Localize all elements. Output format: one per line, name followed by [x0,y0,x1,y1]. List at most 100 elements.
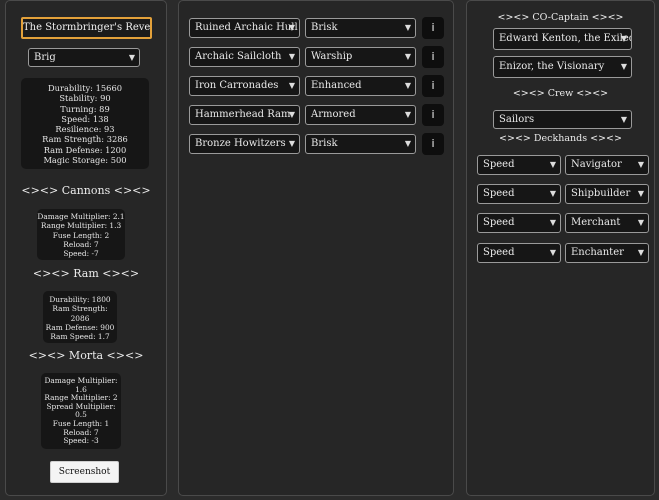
ram-stats-box: Durability: 1800 Ram Strength: 2086 Ram … [43,291,117,343]
modifier-select[interactable]: Warship ▼ [305,47,416,67]
morta-stat: Speed: -3 [63,436,99,446]
info-button[interactable]: i [422,75,444,97]
deckhand-stat-value: Speed [483,247,515,258]
info-icon: i [431,50,435,63]
modifier-value: Armored [311,109,356,120]
deckhand-stat-select[interactable]: Speed ▼ [477,243,561,263]
chevron-down-icon: ▼ [620,115,627,124]
info-button[interactable]: i [422,46,444,68]
ship-name-input[interactable]: The Stormbringer's Revenge [21,17,152,39]
chevron-down-icon: ▼ [549,248,556,257]
ship-class-select[interactable]: Brig ▼ [28,48,140,67]
part-value: Archaic Sailcloth [195,51,282,62]
crew-select[interactable]: Sailors ▼ [493,110,632,129]
cannons-stat: Reload: 7 [63,239,99,249]
ram-stat: Durability: 1800 [49,295,111,304]
part-select[interactable]: Bronze Howitzers ▼ [189,134,300,154]
deckhand-stat-select[interactable]: Speed ▼ [477,155,561,175]
deckhands-heading: <><> Deckhands <><> [499,133,622,144]
chevron-down-icon: ▼ [404,139,411,148]
ram-stat: Ram Defense: 900 [45,322,115,332]
info-icon: i [431,79,435,92]
chevron-down-icon: ▼ [620,62,627,71]
ram-stat: Ram Strength: [52,304,108,314]
deckhand-stat-select[interactable]: Speed ▼ [477,184,561,204]
info-button[interactable]: i [422,133,444,155]
deckhand-role-select[interactable]: Navigator ▼ [565,155,649,175]
chevron-down-icon: ▼ [549,189,556,198]
crew-value: Sailors [499,114,535,125]
ship-stats-box: Durability: 15660 Stability: 90 Turning:… [21,78,149,169]
modifier-value: Brisk [311,22,338,33]
cocaptain-value: Enizor, the Visionary [499,61,605,72]
stat-speed: Speed: 138 [61,113,109,124]
info-icon: i [431,21,435,34]
part-select[interactable]: Archaic Sailcloth ▼ [189,47,300,67]
modifier-value: Brisk [311,138,338,149]
chevron-down-icon: ▼ [620,34,627,43]
chevron-down-icon: ▼ [404,52,411,61]
ram-stat: 2086 [70,313,90,323]
stat-magic-storage: Magic Storage: 500 [43,155,127,166]
chevron-down-icon: ▼ [288,81,295,90]
cannons-heading: <><> Cannons <><> [21,184,151,197]
morta-stats-box: Damage Multiplier: 1.6 Range Multiplier:… [41,373,121,449]
ram-heading: <><> Ram <><> [32,267,140,280]
part-value: Ruined Archaic Hull [195,22,298,33]
chevron-down-icon: ▼ [288,52,295,61]
part-select[interactable]: Hammerhead Ram ▼ [189,105,300,125]
part-select[interactable]: Iron Carronades ▼ [189,76,300,96]
info-icon: i [431,137,435,150]
deckhand-role-value: Shipbuilder [571,188,631,199]
info-icon: i [431,108,435,121]
ship-summary-panel: The Stormbringer's Revenge Brig ▼ Durabi… [5,0,167,496]
ship-class-value: Brig [34,52,56,63]
ship-parts-panel: Ruined Archaic Hull ▼ Brisk ▼ i Archaic … [178,0,454,496]
chevron-down-icon: ▼ [404,110,411,119]
chevron-down-icon: ▼ [637,160,644,169]
cocaptain-value: Edward Kenton, the Exiled C [499,33,632,44]
cannons-stat: Speed: -7 [63,249,99,259]
chevron-down-icon: ▼ [288,23,295,32]
info-button[interactable]: i [422,104,444,126]
cannons-stat: Fuse Length: 2 [52,230,110,240]
chevron-down-icon: ▼ [404,23,411,32]
deckhand-role-value: Enchanter [571,247,624,258]
stat-durability: Durability: 15660 [47,83,123,93]
chevron-down-icon: ▼ [637,248,644,257]
morta-heading: <><> Morta <><> [28,349,144,362]
deckhand-stat-value: Speed [483,217,515,228]
info-button[interactable]: i [422,17,444,39]
stat-resilience: Resilience: 93 [55,124,115,135]
chevron-down-icon: ▼ [404,81,411,90]
modifier-select[interactable]: Armored ▼ [305,105,416,125]
deckhand-role-select[interactable]: Shipbuilder ▼ [565,184,649,204]
screenshot-button[interactable]: Screenshot [50,461,119,483]
chevron-down-icon: ▼ [288,139,295,148]
cocaptain-select-1[interactable]: Edward Kenton, the Exiled C ▼ [493,28,632,50]
deckhand-stat-value: Speed [483,159,515,170]
deckhand-role-value: Merchant [571,217,621,228]
modifier-select[interactable]: Enhanced ▼ [305,76,416,96]
stat-stability: Stability: 90 [59,93,111,104]
chevron-down-icon: ▼ [637,189,644,198]
modifier-select[interactable]: Brisk ▼ [305,134,416,154]
ram-stat: Ram Speed: 1.7 [50,332,110,342]
chevron-down-icon: ▼ [549,160,556,169]
deckhand-role-value: Navigator [571,159,622,170]
chevron-down-icon: ▼ [288,110,295,119]
cannons-stat: Damage Multiplier: 2.1 [37,212,125,221]
modifier-select[interactable]: Brisk ▼ [305,18,416,38]
chevron-down-icon: ▼ [637,218,644,227]
cocaptain-heading: <><> CO-Captain <><> [497,12,624,23]
deckhand-stat-select[interactable]: Speed ▼ [477,213,561,233]
stat-turning: Turning: 89 [60,103,110,114]
part-select[interactable]: Ruined Archaic Hull ▼ [189,18,300,38]
cocaptain-select-2[interactable]: Enizor, the Visionary ▼ [493,56,632,78]
deckhand-role-select[interactable]: Enchanter ▼ [565,243,649,263]
stat-ram-strength: Ram Strength: 3286 [42,134,128,145]
deckhand-role-select[interactable]: Merchant ▼ [565,213,649,233]
deckhand-stat-value: Speed [483,188,515,199]
crew-panel: <><> CO-Captain <><> Edward Kenton, the … [466,0,655,496]
stat-ram-defense: Ram Defense: 1200 [43,144,127,155]
